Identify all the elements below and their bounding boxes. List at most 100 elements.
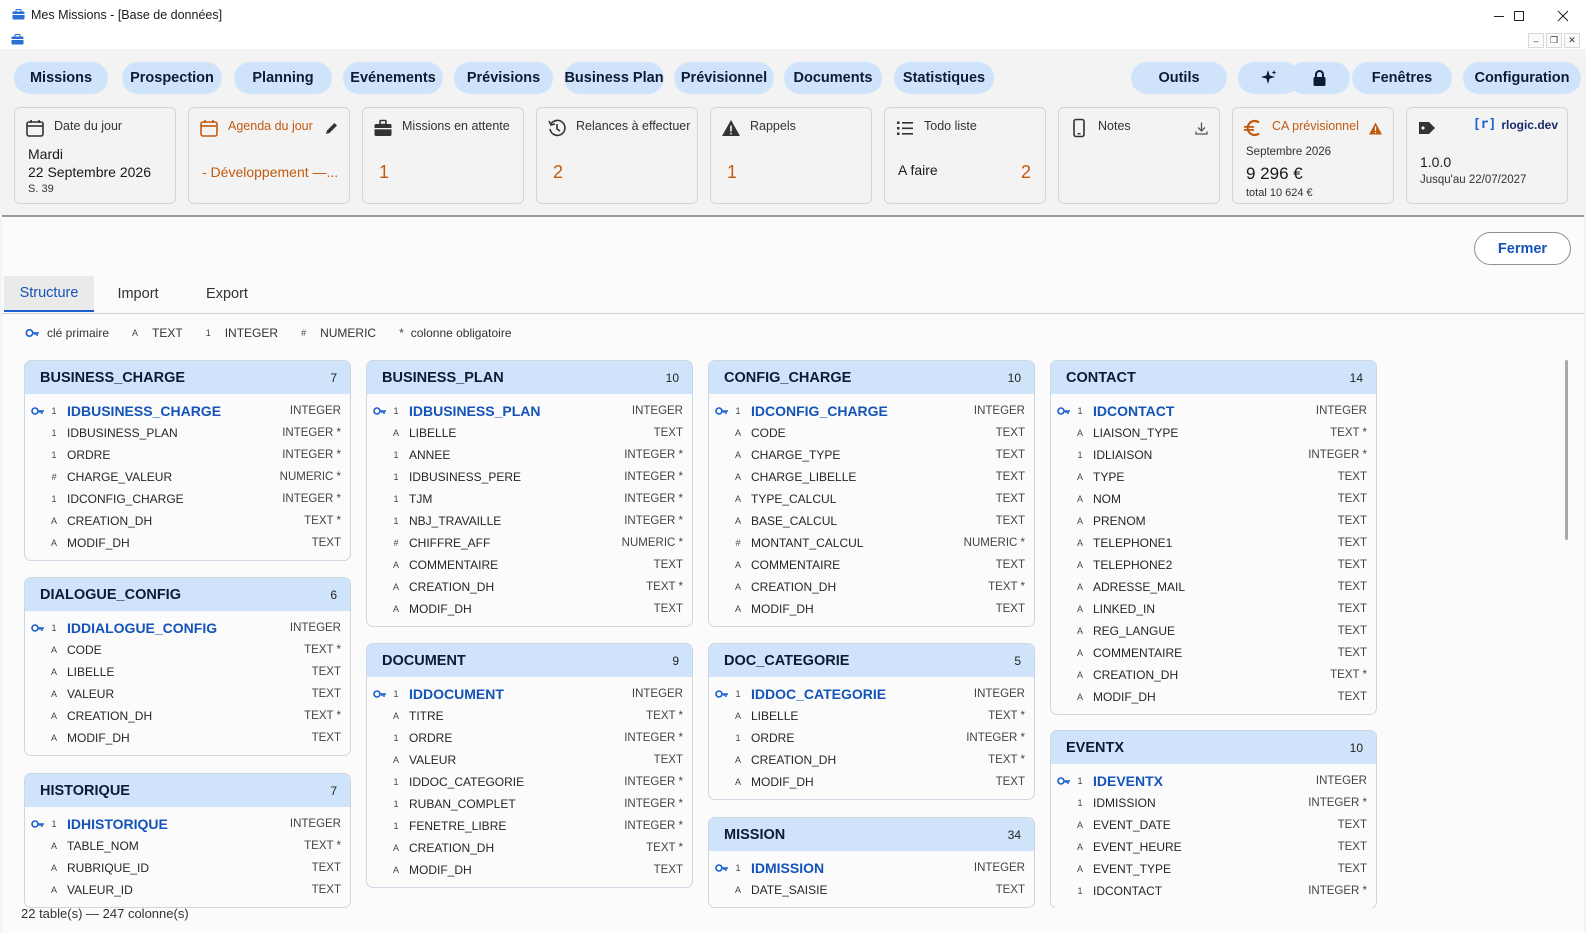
column-row[interactable]: # CHARGE_VALEUR NUMERIC * (25, 466, 350, 488)
table-card[interactable]: CONFIG_CHARGE 10 1 IDCONFIG_CHARGE INTEGER A C… (708, 360, 1035, 627)
tab-export[interactable]: Export (182, 276, 272, 312)
tab-structure[interactable]: Structure (4, 276, 94, 312)
column-row[interactable]: A MODIF_DH TEXT (367, 598, 692, 620)
column-row[interactable]: 1 ORDRE INTEGER * (25, 444, 350, 466)
table-header[interactable]: BUSINESS_CHARGE 7 (25, 361, 350, 394)
widget-rappels[interactable]: Rappels 1 (710, 107, 872, 204)
column-row[interactable]: A CHARGE_TYPE TEXT (709, 444, 1034, 466)
table-header[interactable]: CONFIG_CHARGE 10 (709, 361, 1034, 394)
column-row[interactable]: A EVENT_DATE TEXT (1051, 814, 1376, 836)
column-row[interactable]: A VALEUR TEXT (367, 749, 692, 771)
column-row[interactable]: 1 IDCONFIG_CHARGE INTEGER * (25, 488, 350, 510)
fermer-button[interactable]: Fermer (1474, 232, 1571, 265)
column-row[interactable]: A TYPE_CALCUL TEXT (709, 488, 1034, 510)
column-row[interactable]: A CREATION_DH TEXT * (367, 837, 692, 859)
table-card[interactable]: BUSINESS_PLAN 10 1 IDBUSINESS_PLAN INTEGER A L… (366, 360, 693, 627)
column-row[interactable]: 1 ORDRE INTEGER * (709, 727, 1034, 749)
nav-previsionnel-button[interactable]: Prévisionnel (674, 62, 774, 94)
column-row[interactable]: A CREATION_DH TEXT * (709, 576, 1034, 598)
column-row[interactable]: 1 IDLIAISON INTEGER * (1051, 444, 1376, 466)
table-header[interactable]: HISTORIQUE 7 (25, 774, 350, 807)
column-row[interactable]: A CREATION_DH TEXT * (367, 576, 692, 598)
widget-notes[interactable]: Notes (1058, 107, 1220, 204)
column-row[interactable]: A TELEPHONE2 TEXT (1051, 554, 1376, 576)
nav-missions-button[interactable]: Missions (14, 62, 108, 94)
column-row[interactable]: A TABLE_NOM TEXT * (25, 835, 350, 857)
column-row[interactable]: A CREATION_DH TEXT * (25, 510, 350, 532)
column-row[interactable]: # MONTANT_CALCUL NUMERIC * (709, 532, 1034, 554)
pencil-icon[interactable] (324, 121, 339, 136)
widget-agenda[interactable]: Agenda du jour - Développement —... (188, 107, 350, 204)
column-row[interactable]: 1 NBJ_TRAVAILLE INTEGER * (367, 510, 692, 532)
column-row[interactable]: 1 ORDRE INTEGER * (367, 727, 692, 749)
column-row[interactable]: 1 IDBUSINESS_PERE INTEGER * (367, 466, 692, 488)
column-row[interactable]: 1 TJM INTEGER * (367, 488, 692, 510)
column-row[interactable]: A MODIF_DH TEXT (709, 598, 1034, 620)
nav-prospection-button[interactable]: Prospection (122, 62, 222, 94)
widget-relances[interactable]: Relances à effectuer 2 (536, 107, 698, 204)
table-header[interactable]: CONTACT 14 (1051, 361, 1376, 394)
column-row[interactable]: A LIBELLE TEXT (367, 422, 692, 444)
mdi-minimize-icon[interactable]: – (1528, 33, 1544, 48)
tab-import[interactable]: Import (96, 276, 180, 312)
column-row[interactable]: 1 IDDIALOGUE_CONFIG INTEGER (25, 617, 350, 639)
column-row[interactable]: A DATE_SAISIE TEXT (709, 879, 1034, 901)
widget-todo[interactable]: Todo liste A faire 2 (884, 107, 1046, 204)
table-header[interactable]: BUSINESS_PLAN 10 (367, 361, 692, 394)
table-card[interactable]: CONTACT 14 1 IDCONTACT INTEGER A LIAISON_TYPE T… (1050, 360, 1377, 715)
column-row[interactable]: # CHIFFRE_AFF NUMERIC * (367, 532, 692, 554)
table-card[interactable]: DIALOGUE_CONFIG 6 1 IDDIALOGUE_CONFIG INTEGE… (24, 577, 351, 756)
column-row[interactable]: 1 IDEVENTX INTEGER (1051, 770, 1376, 792)
table-card[interactable]: MISSION 34 1 IDMISSION INTEGER A DATE_SAISIE TE… (708, 817, 1035, 908)
maximize-button[interactable] (1496, 0, 1542, 31)
column-row[interactable]: 1 IDMISSION INTEGER (709, 857, 1034, 879)
table-card[interactable]: HISTORIQUE 7 1 IDHISTORIQUE INTEGER A TABLE_NO… (24, 773, 351, 908)
nav-statistiques-button[interactable]: Statistiques (894, 62, 994, 94)
column-row[interactable]: A REG_LANGUE TEXT (1051, 620, 1376, 642)
column-row[interactable]: A MODIF_DH TEXT (709, 771, 1034, 793)
column-row[interactable]: 1 IDCONTACT INTEGER * (1051, 880, 1376, 902)
column-row[interactable]: A VALEUR TEXT (25, 683, 350, 705)
column-row[interactable]: A CHARGE_LIBELLE TEXT (709, 466, 1034, 488)
column-row[interactable]: 1 IDBUSINESS_PLAN INTEGER (367, 400, 692, 422)
column-row[interactable]: 1 IDBUSINESS_PLAN INTEGER * (25, 422, 350, 444)
table-card[interactable]: DOC_CATEGORIE 5 1 IDDOC_CATEGORIE INTEGER A LI… (708, 643, 1035, 800)
nav-business-plan-button[interactable]: Business Plan (564, 62, 664, 94)
column-row[interactable]: A COMMENTAIRE TEXT (1051, 642, 1376, 664)
table-header[interactable]: DOC_CATEGORIE 5 (709, 644, 1034, 677)
nav-documents-button[interactable]: Documents (784, 62, 882, 94)
table-card[interactable]: DOCUMENT 9 1 IDDOCUMENT INTEGER A TITRE TEXT * 1… (366, 643, 693, 888)
table-header[interactable]: DOCUMENT 9 (367, 644, 692, 677)
column-row[interactable]: A TYPE TEXT (1051, 466, 1376, 488)
column-row[interactable]: A LIBELLE TEXT * (709, 705, 1034, 727)
column-row[interactable]: A COMMENTAIRE TEXT (709, 554, 1034, 576)
close-window-button[interactable] (1540, 0, 1586, 31)
table-card[interactable]: EVENTX 10 1 IDEVENTX INTEGER 1 IDMISSION INTEGE… (1050, 730, 1377, 908)
column-row[interactable]: A RUBRIQUE_ID TEXT (25, 857, 350, 879)
column-row[interactable]: 1 IDBUSINESS_CHARGE INTEGER (25, 400, 350, 422)
download-icon[interactable] (1194, 121, 1209, 136)
tables-area[interactable]: BUSINESS_CHARGE 7 1 IDBUSINESS_CHARGE INTEGE… (16, 355, 1561, 908)
column-row[interactable]: A LIAISON_TYPE TEXT * (1051, 422, 1376, 444)
widget-version[interactable]: [r] rlogic.dev 1.0.0 Jusqu'au 22/07/2027 (1406, 107, 1568, 204)
column-row[interactable]: A CREATION_DH TEXT * (1051, 664, 1376, 686)
column-row[interactable]: A MODIF_DH TEXT (25, 727, 350, 749)
column-row[interactable]: A CREATION_DH TEXT * (709, 749, 1034, 771)
column-row[interactable]: A MODIF_DH TEXT (25, 532, 350, 554)
column-row[interactable]: 1 IDDOC_CATEGORIE INTEGER (709, 683, 1034, 705)
column-row[interactable]: A LINKED_IN TEXT (1051, 598, 1376, 620)
column-row[interactable]: A NOM TEXT (1051, 488, 1376, 510)
table-card[interactable]: BUSINESS_CHARGE 7 1 IDBUSINESS_CHARGE INTEGE… (24, 360, 351, 561)
nav-evenements-button[interactable]: Evénements (343, 62, 443, 94)
column-row[interactable]: A BASE_CALCUL TEXT (709, 510, 1034, 532)
column-row[interactable]: 1 IDDOCUMENT INTEGER (367, 683, 692, 705)
table-header[interactable]: EVENTX 10 (1051, 731, 1376, 764)
mdi-restore-icon[interactable]: ❐ (1546, 33, 1562, 48)
column-row[interactable]: A EVENT_HEURE TEXT (1051, 836, 1376, 858)
column-row[interactable]: A EVENT_TYPE TEXT (1051, 858, 1376, 880)
column-row[interactable]: 1 IDHISTORIQUE INTEGER (25, 813, 350, 835)
table-header[interactable]: DIALOGUE_CONFIG 6 (25, 578, 350, 611)
lock-button[interactable] (1288, 62, 1350, 94)
column-row[interactable]: A MODIF_DH TEXT (367, 859, 692, 881)
fenetres-button[interactable]: Fenêtres (1352, 62, 1452, 94)
